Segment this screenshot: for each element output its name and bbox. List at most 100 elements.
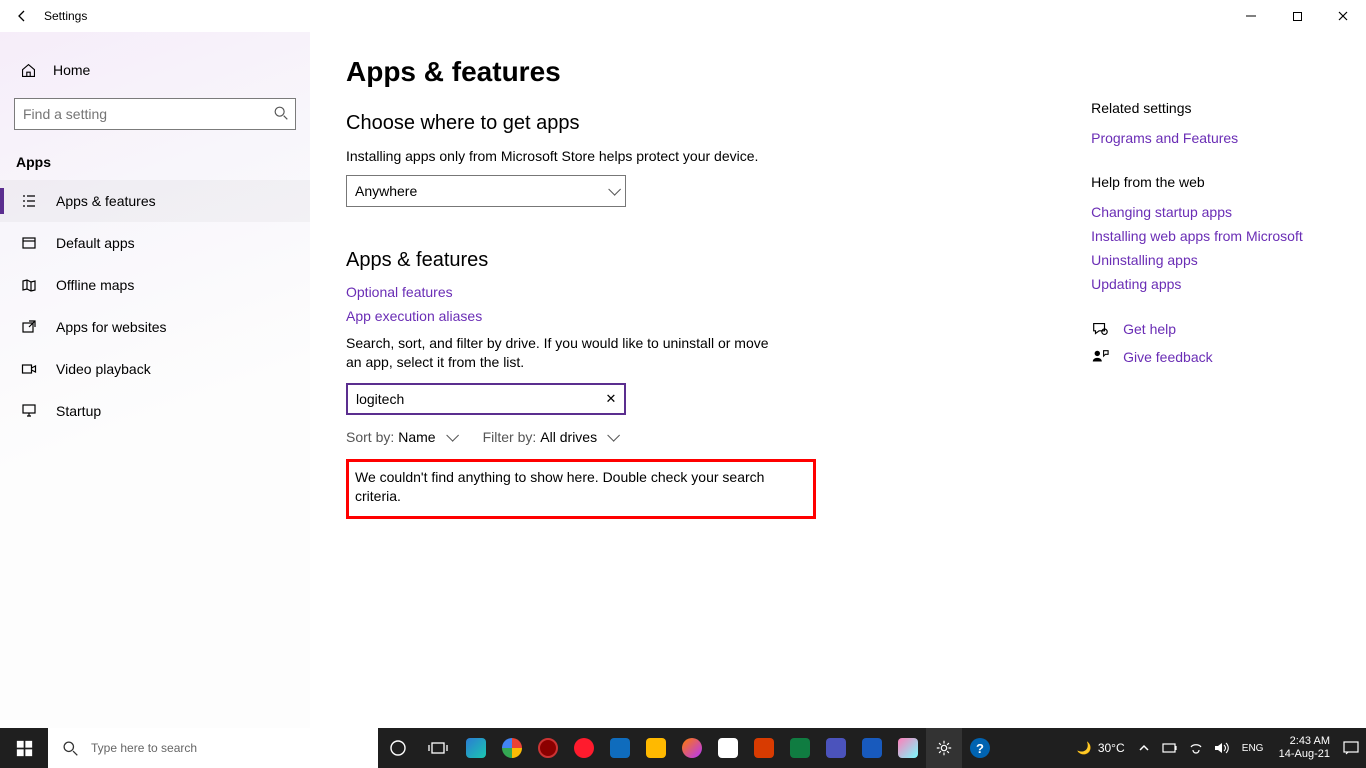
startup-icon: [20, 403, 38, 419]
help-from-web-heading: Help from the web: [1091, 174, 1326, 190]
sidebar-item-video-playback[interactable]: Video playback: [0, 348, 310, 390]
taskbar-app[interactable]: ?: [962, 728, 998, 768]
chevron-down-icon: [440, 429, 455, 445]
window-title: Settings: [44, 9, 87, 23]
taskbar-weather[interactable]: 🌙 30°C: [1069, 741, 1133, 755]
taskbar-app[interactable]: [854, 728, 890, 768]
taskbar-app[interactable]: [566, 728, 602, 768]
sidebar-item-apps-features[interactable]: Apps & features: [0, 180, 310, 222]
titlebar: Settings: [0, 0, 1366, 32]
sidebar-category: Apps: [0, 140, 310, 180]
app-source-dropdown[interactable]: Anywhere: [346, 175, 626, 207]
chevron-down-icon: [601, 429, 616, 445]
cortana-button[interactable]: [378, 728, 418, 768]
give-feedback-label: Give feedback: [1123, 349, 1213, 365]
taskbar-search-placeholder: Type here to search: [91, 741, 197, 755]
sort-by-label: Sort by:: [346, 429, 394, 445]
sidebar-item-default-apps[interactable]: Default apps: [0, 222, 310, 264]
sidebar-item-apps-websites[interactable]: Apps for websites: [0, 306, 310, 348]
minimize-button[interactable]: [1228, 0, 1274, 32]
system-tray: ENG 2:43 AM 14-Aug-21: [1133, 728, 1366, 768]
back-button[interactable]: [0, 0, 44, 32]
section-apps-features: Apps & features: [346, 249, 1031, 272]
task-view-button[interactable]: [418, 728, 458, 768]
find-setting-wrap: [14, 98, 296, 130]
main-panel: Apps & features Choose where to get apps…: [310, 32, 1366, 728]
filter-help-text: Search, sort, and filter by drive. If yo…: [346, 334, 776, 373]
no-results-message: We couldn't find anything to show here. …: [346, 459, 816, 519]
get-help-label: Get help: [1123, 321, 1176, 337]
nav-home[interactable]: Home: [0, 50, 310, 90]
section-choose-source: Choose where to get apps: [346, 112, 1031, 135]
taskbar-app[interactable]: [530, 728, 566, 768]
action-center-button[interactable]: [1340, 728, 1362, 768]
tray-volume-icon[interactable]: [1211, 728, 1233, 768]
sidebar-item-label: Default apps: [56, 235, 135, 251]
weather-icon: 🌙: [1077, 741, 1092, 755]
tray-icon[interactable]: [1185, 728, 1207, 768]
tray-icon[interactable]: [1159, 728, 1181, 768]
get-help-link[interactable]: Get help: [1091, 320, 1326, 338]
default-apps-icon: [20, 235, 38, 251]
taskbar-app[interactable]: [890, 728, 926, 768]
link-optional-features[interactable]: Optional features: [346, 284, 1031, 300]
help-link[interactable]: Uninstalling apps: [1091, 252, 1326, 268]
chevron-down-icon: [602, 183, 617, 199]
sidebar-item-offline-maps[interactable]: Offline maps: [0, 264, 310, 306]
app-source-value: Anywhere: [355, 183, 417, 199]
clock-time: 2:43 AM: [1279, 735, 1330, 748]
close-button[interactable]: [1320, 0, 1366, 32]
taskbar: Type here to search ? 🌙 30°C ENG 2:43 AM…: [0, 728, 1366, 768]
section-choose-source-text: Installing apps only from Microsoft Stor…: [346, 147, 1031, 167]
help-link[interactable]: Changing startup apps: [1091, 204, 1326, 220]
taskbar-clock[interactable]: 2:43 AM 14-Aug-21: [1273, 735, 1336, 760]
sidebar-item-label: Apps & features: [56, 193, 156, 209]
help-link[interactable]: Updating apps: [1091, 276, 1326, 292]
filter-by-value: All drives: [540, 429, 597, 445]
sort-by-dropdown[interactable]: Sort by: Name: [346, 429, 455, 445]
sidebar-item-label: Offline maps: [56, 277, 134, 293]
list-icon: [20, 193, 38, 209]
tray-overflow-button[interactable]: [1133, 728, 1155, 768]
map-icon: [20, 277, 38, 293]
clear-search-button[interactable]: ✕: [598, 391, 624, 407]
help-link[interactable]: Installing web apps from Microsoft: [1091, 228, 1326, 244]
sidebar-item-label: Startup: [56, 403, 101, 419]
filter-by-dropdown[interactable]: Filter by: All drives: [483, 429, 616, 445]
feedback-icon: [1091, 348, 1109, 366]
taskbar-app[interactable]: [746, 728, 782, 768]
link-app-exec-aliases[interactable]: App execution aliases: [346, 308, 1031, 324]
home-icon: [20, 62, 37, 79]
search-icon: [272, 104, 290, 122]
give-feedback-link[interactable]: Give feedback: [1091, 348, 1326, 366]
clock-date: 14-Aug-21: [1279, 748, 1330, 761]
sidebar-item-label: Apps for websites: [56, 319, 167, 335]
taskbar-app[interactable]: [494, 728, 530, 768]
taskbar-app[interactable]: [818, 728, 854, 768]
taskbar-search[interactable]: Type here to search: [48, 728, 378, 768]
sidebar: Home Apps Apps & features Default apps: [0, 32, 310, 728]
taskbar-app[interactable]: [458, 728, 494, 768]
taskbar-app[interactable]: [710, 728, 746, 768]
search-apps-input[interactable]: [348, 385, 598, 413]
sort-filter-row: Sort by: Name Filter by: All drives: [346, 429, 1031, 445]
link-programs-features[interactable]: Programs and Features: [1091, 130, 1326, 146]
find-setting-input[interactable]: [14, 98, 296, 130]
sidebar-item-label: Video playback: [56, 361, 151, 377]
search-apps-wrap: ✕: [346, 383, 626, 415]
start-button[interactable]: [0, 728, 48, 768]
weather-temp: 30°C: [1098, 741, 1125, 755]
taskbar-app[interactable]: [782, 728, 818, 768]
open-external-icon: [20, 319, 38, 335]
taskbar-app-settings[interactable]: [926, 728, 962, 768]
tray-language[interactable]: ENG: [1237, 728, 1269, 768]
nav-home-label: Home: [53, 62, 90, 78]
taskbar-app[interactable]: [638, 728, 674, 768]
filter-by-label: Filter by:: [483, 429, 537, 445]
page-title: Apps & features: [346, 56, 1031, 88]
sidebar-item-startup[interactable]: Startup: [0, 390, 310, 432]
taskbar-app[interactable]: [602, 728, 638, 768]
video-icon: [20, 361, 38, 377]
maximize-button[interactable]: [1274, 0, 1320, 32]
taskbar-app[interactable]: [674, 728, 710, 768]
